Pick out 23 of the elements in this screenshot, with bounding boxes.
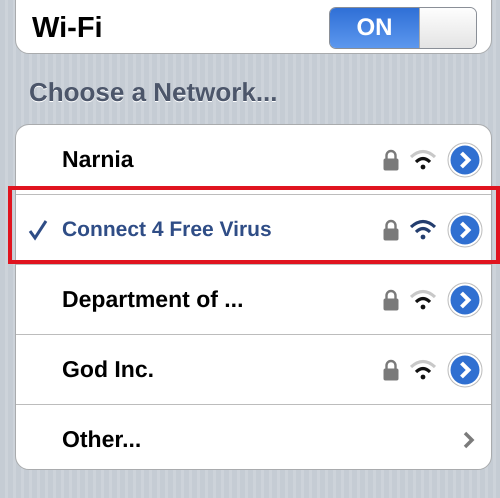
section-header: Choose a Network... — [28, 76, 278, 109]
checkmark-icon — [28, 218, 48, 240]
wifi-label: Wi-Fi — [32, 12, 103, 44]
detail-disclosure-icon[interactable] — [447, 352, 483, 388]
network-name[interactable]: Connect 4 Free Virus — [62, 218, 383, 242]
network-row[interactable]: Department of ... — [16, 264, 491, 334]
detail-disclosure-icon[interactable] — [447, 142, 483, 178]
network-row[interactable]: God Inc. — [16, 334, 491, 404]
other-network-item[interactable]: Other... — [62, 426, 463, 453]
chevron-right-icon — [463, 430, 475, 448]
network-row[interactable]: Connect 4 Free Virus — [16, 194, 491, 264]
wifi-toggle[interactable]: ON — [329, 7, 477, 49]
network-row[interactable]: Narnia — [16, 125, 491, 194]
wifi-signal-icon — [409, 218, 437, 240]
network-row[interactable]: Other... — [16, 404, 491, 474]
network-name[interactable]: Department of ... — [62, 286, 383, 313]
wifi-signal-icon — [409, 288, 437, 310]
wifi-signal-icon — [409, 148, 437, 170]
wifi-signal-icon — [409, 358, 437, 380]
network-name[interactable]: Narnia — [62, 146, 383, 173]
detail-disclosure-icon[interactable] — [447, 282, 483, 318]
detail-disclosure-icon[interactable] — [447, 212, 483, 248]
network-name[interactable]: God Inc. — [62, 356, 383, 383]
